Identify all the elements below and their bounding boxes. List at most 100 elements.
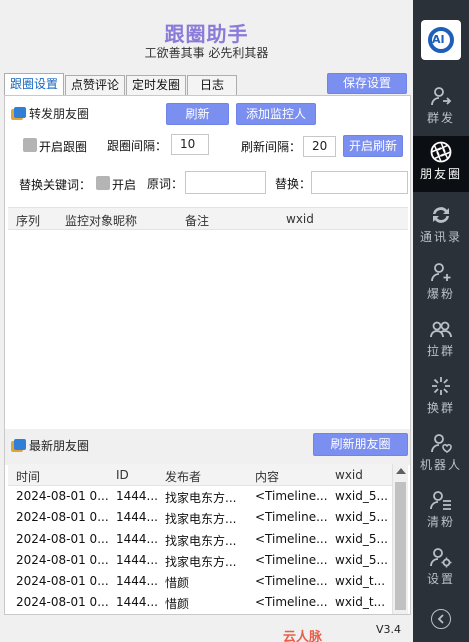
sidebar: AI 群发 朋友圈 通讯录 爆粉 拉群 换群 机器人 清粉 设置 (413, 0, 469, 642)
app-title: 跟圈助手 (164, 22, 249, 46)
vertical-scrollbar[interactable] (392, 464, 408, 614)
col-index[interactable]: 序列 (16, 212, 40, 229)
table-cell: 惜颜 (165, 597, 190, 612)
table-cell: 2024-08-01 0... (16, 595, 109, 610)
refresh-interval-input[interactable]: 20 (303, 136, 336, 157)
latest-section-header: 最新朋友圈 (11, 437, 89, 454)
replace-input[interactable] (311, 171, 408, 194)
moments-icon (11, 106, 27, 121)
version-label: V3.4 (376, 623, 402, 636)
original-word-input[interactable] (185, 171, 266, 194)
enable-replace-checkbox[interactable] (96, 176, 110, 190)
tab-log[interactable]: 日志 (187, 75, 238, 95)
sidebar-label: 爆粉 (426, 287, 455, 301)
table-cell: 1444... (116, 489, 158, 503)
table-row[interactable]: 2024-08-01 0... 1444... 找家电东方... <Timeline.… (8, 550, 392, 571)
tab-bar: 跟圈设置 点赞评论 定时发圈 日志 (4, 73, 238, 95)
table-row[interactable]: 2024-08-01 0... 1444... 找家电东方... <Timeline.… (8, 486, 392, 507)
sidebar-item-pull-group[interactable]: 拉群 (413, 313, 469, 369)
table-cell: 2024-08-01 0... (16, 489, 109, 503)
replace-label: 替换： (275, 177, 312, 191)
aperture-icon (430, 141, 452, 163)
tab-scheduled-post[interactable]: 定时发圈 (126, 75, 187, 95)
sidebar-item-robot[interactable]: 机器人 (413, 427, 469, 483)
main-window: 跟圈助手 工欲善其事 必先利其器 跟圈设置 点赞评论 定时发圈 日志 保存设置 … (0, 0, 413, 642)
table-row[interactable]: 2024-08-01 0... 1444... 惜颜 <Timeline... wxid… (8, 592, 392, 613)
col-time[interactable]: 时间 (16, 468, 40, 485)
user-list-icon (430, 491, 451, 510)
col-wxid[interactable]: wxid (286, 212, 314, 226)
enable-follow-checkbox[interactable] (23, 138, 37, 152)
table-cell: 1444... (116, 510, 158, 525)
col-publisher[interactable]: 发布者 (165, 468, 201, 485)
follow-interval-label: 跟圈间隔： (107, 139, 168, 153)
add-monitor-button[interactable]: 添加监控人 (236, 103, 316, 125)
col-content[interactable]: 内容 (255, 468, 279, 485)
table-cell: 1444... (116, 574, 158, 589)
sparkle-icon (432, 377, 450, 395)
table-cell: 2024-08-01 0... (16, 552, 109, 567)
collapse-sidebar-button[interactable] (431, 609, 451, 629)
table-cell: wxid_t... (335, 574, 386, 589)
col-id[interactable]: ID (116, 468, 129, 482)
follow-interval-input[interactable]: 10 (171, 134, 209, 155)
scroll-up-icon[interactable] (396, 468, 406, 474)
table-cell: 1444... (116, 531, 158, 546)
start-refresh-button[interactable]: 开启刷新 (343, 135, 403, 157)
logo-text: AI (432, 33, 445, 46)
scroll-thumb[interactable] (395, 482, 406, 610)
sidebar-item-clean-fans[interactable]: 清粉 (413, 484, 469, 540)
settings-panel: 转发朋友圈 刷新 添加监控人 开启跟圈 跟圈间隔： 10 刷新间隔： 20 开启… (4, 95, 411, 615)
sidebar-item-mass-send[interactable]: 群发 (413, 80, 469, 136)
sidebar-label: 群发 (426, 111, 455, 125)
app-slogan: 工欲善其事 必先利其器 (144, 46, 269, 60)
sidebar-item-boost-fans[interactable]: 爆粉 (413, 256, 469, 312)
save-settings-button[interactable]: 保存设置 (327, 73, 407, 94)
table-cell: 找家电东方... (165, 533, 237, 548)
table-cell: 惜颜 (165, 576, 190, 591)
sidebar-label: 设置 (426, 572, 455, 586)
table-row[interactable]: 2024-08-01 0... 1444... 找家电东方... <Timeline.… (8, 529, 392, 550)
forward-section-title: 转发朋友圈 (29, 107, 90, 121)
table-row[interactable]: 2024-08-01 0... 1444... 找家电东方... <Timeline.… (8, 507, 392, 528)
refresh-moments-button[interactable]: 刷新朋友圈 (313, 433, 408, 456)
table-cell: <Timeline... (255, 595, 328, 610)
table-cell: 1444... (116, 595, 158, 610)
sidebar-item-switch-group[interactable]: 换群 (413, 370, 469, 426)
col-remark[interactable]: 备注 (185, 212, 209, 229)
col-wxid[interactable]: wxid (335, 468, 363, 482)
table-cell: 找家电东方... (165, 554, 237, 569)
sidebar-label: 拉群 (426, 344, 455, 358)
sidebar-item-moments[interactable]: 朋友圈 (413, 136, 469, 192)
table-cell: wxid_5... (335, 510, 388, 525)
sidebar-label: 朋友圈 (419, 167, 462, 181)
table-cell: wxid_t... (335, 595, 386, 610)
forward-section-header: 转发朋友圈 (11, 105, 89, 122)
chevron-left-icon (437, 614, 444, 624)
refresh-button[interactable]: 刷新 (166, 103, 229, 125)
moments-icon (11, 438, 27, 453)
table-cell: <Timeline... (255, 574, 328, 589)
table-cell: <Timeline... (255, 510, 328, 525)
original-word-label: 原词： (147, 177, 184, 191)
table-row[interactable]: 2024-08-01 0... 1444... 惜颜 <Timeline... wxid… (8, 571, 392, 592)
moments-table-header: 时间 ID 发布者 内容 wxid (8, 464, 392, 486)
col-nickname[interactable]: 监控对象昵称 (65, 212, 137, 229)
sidebar-label: 机器人 (419, 458, 462, 472)
replace-keyword-label: 替换关键词： (19, 178, 92, 192)
sidebar-label: 换群 (426, 401, 455, 415)
group-icon (430, 321, 452, 338)
sync-icon (433, 207, 449, 223)
moments-table: 时间 ID 发布者 内容 wxid 2024-08-01 0... 1444...… (8, 464, 408, 614)
tab-like-comment[interactable]: 点赞评论 (65, 75, 126, 95)
tab-follow-settings[interactable]: 跟圈设置 (4, 73, 65, 95)
monitor-table: 序列 监控对象昵称 备注 wxid (8, 207, 408, 429)
monitor-table-header: 序列 监控对象昵称 备注 wxid (8, 208, 408, 230)
table-cell: wxid_5... (335, 531, 388, 546)
sidebar-item-settings[interactable]: 设置 (413, 541, 469, 597)
table-cell: 1444... (116, 552, 158, 567)
table-cell: <Timeline... (255, 552, 328, 567)
user-heart-icon (431, 434, 452, 453)
sidebar-item-contacts[interactable]: 通讯录 (413, 199, 469, 255)
table-cell: 找家电东方... (165, 491, 237, 505)
